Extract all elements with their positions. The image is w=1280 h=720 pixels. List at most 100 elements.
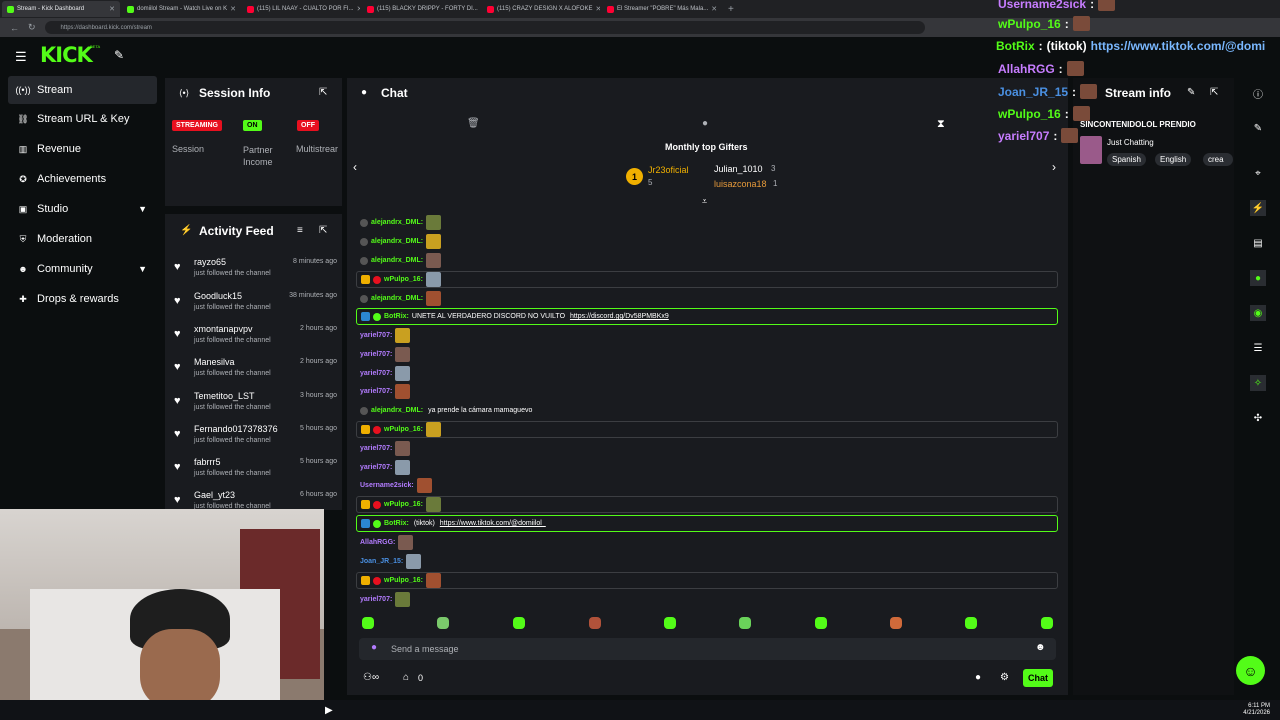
chat-username[interactable]: Username2sick: <box>360 482 414 489</box>
popout-icon[interactable]: ⇱ <box>319 225 327 236</box>
sidebar-item-community[interactable]: ☻ Community ▼ <box>8 255 157 283</box>
browser-tab[interactable]: El Streamer "POBRE" Más Mala... ✕ <box>602 1 720 17</box>
emote-icon[interactable] <box>739 617 751 629</box>
chat-username[interactable]: alejandrx_DML: <box>371 219 423 226</box>
sidebar-item-stream[interactable]: ((•)) Stream <box>8 76 157 104</box>
chat-username[interactable]: alejandrx_DML: <box>371 295 423 302</box>
overlay-text: (tiktok) <box>1046 39 1087 53</box>
edit-icon[interactable]: ✎ <box>1187 87 1195 98</box>
gifter-name: luisazcona18 <box>714 179 767 189</box>
popout-icon[interactable]: ⇱ <box>319 87 327 98</box>
sidebar-item-revenue[interactable]: ▥ Revenue <box>8 135 157 163</box>
slow-mode-icon[interactable]: ⧗ <box>937 118 945 131</box>
hamburger-menu-icon[interactable]: ☰ <box>15 49 27 65</box>
media-icon[interactable]: ▶ <box>325 705 333 716</box>
badge-icon <box>373 275 381 284</box>
chat-username[interactable]: wPulpo_16: <box>384 276 423 283</box>
close-tab-icon[interactable]: ✕ <box>357 5 360 13</box>
close-tab-icon[interactable]: ✕ <box>711 5 717 13</box>
chat-username[interactable]: yariel707: <box>360 370 392 377</box>
broadcast-icon[interactable]: ◉ <box>1250 305 1266 321</box>
collapse-icon[interactable]: ⩡ <box>702 196 707 207</box>
chat-options-icon[interactable]: ● <box>975 672 981 683</box>
chat-message: wPulpo_16: <box>356 421 1058 438</box>
url-input[interactable]: https://dashboard.kick.com/stream <box>44 21 925 34</box>
chat-username[interactable]: yariel707: <box>360 445 392 452</box>
list-item: ♥ Goodluck15 just followed the channel 38 m… <box>174 291 337 311</box>
chat-username[interactable]: Joan_JR_15: <box>360 558 403 565</box>
sidebar-item-moderation[interactable]: ⛨ Moderation <box>8 225 157 253</box>
reload-icon[interactable]: ↻ <box>28 22 36 33</box>
chat-message: yariel707: <box>356 459 1058 476</box>
chat-username[interactable]: wPulpo_16: <box>384 577 423 584</box>
chat-username[interactable]: yariel707: <box>360 332 392 339</box>
emote-icon[interactable] <box>1041 617 1053 629</box>
browser-tab[interactable]: domiilol Stream - Watch Live on K ✕ <box>122 1 240 17</box>
sidebar-item-studio[interactable]: ▣ Studio ▼ <box>8 195 157 223</box>
sidebar-item-stream-url-key[interactable]: ⛓ Stream URL & Key <box>8 105 157 133</box>
users-icon[interactable]: ⚇∞ <box>363 672 379 683</box>
pen-icon[interactable]: ✎ <box>1250 120 1266 136</box>
emote-icon[interactable] <box>513 617 525 629</box>
chat-icon[interactable]: ● <box>1250 270 1266 286</box>
chat-username[interactable]: yariel707: <box>360 464 392 471</box>
close-tab-icon[interactable]: ✕ <box>109 5 115 13</box>
emoji-icon[interactable]: ☻ <box>1035 642 1046 653</box>
chat-username[interactable]: wPulpo_16: <box>384 501 423 508</box>
lightning-icon[interactable]: ⚡ <box>1250 200 1266 216</box>
chat-username[interactable]: alejandrx_DML: <box>371 238 423 245</box>
sidebar-item-achievements[interactable]: ✪ Achievements <box>8 165 157 193</box>
kick-logo[interactable]: KICK <box>40 43 93 67</box>
filter-icon[interactable]: ≡ <box>297 225 303 236</box>
popout-icon[interactable]: ⇱ <box>1210 87 1218 98</box>
chat-username[interactable]: yariel707: <box>360 388 392 395</box>
trash-icon[interactable]: 🗑 <box>467 118 480 129</box>
chat-username[interactable]: yariel707: <box>360 351 392 358</box>
new-tab-icon[interactable]: + <box>728 4 734 15</box>
wrench-icon[interactable]: ✧ <box>1250 375 1266 391</box>
emote-icon[interactable] <box>589 617 601 629</box>
support-icon[interactable]: ☺ <box>1236 656 1265 685</box>
emote-icon[interactable] <box>664 617 676 629</box>
emote-icon[interactable] <box>965 617 977 629</box>
chat-username[interactable]: wPulpo_16: <box>384 426 423 433</box>
emote-icon <box>395 441 411 456</box>
back-icon[interactable]: ← <box>10 23 19 33</box>
browser-tab[interactable]: (115) BLACKY DRIPPY - FORTY DI...✕ <box>362 1 480 17</box>
chat-username[interactable]: alejandrx_DML: <box>371 407 423 414</box>
chat-username[interactable]: alejandrx_DML: <box>371 257 423 264</box>
chat-username[interactable]: yariel707: <box>360 596 392 603</box>
document-icon[interactable]: ▤ <box>1250 235 1266 251</box>
layers-icon[interactable]: ☰ <box>1250 340 1266 356</box>
emote-icon[interactable] <box>890 617 902 629</box>
chevron-right-icon[interactable]: › <box>1052 160 1056 174</box>
chat-username[interactable]: BotRix: <box>384 313 409 320</box>
chat-mode-icon[interactable]: ● <box>702 118 708 129</box>
beta-badge: BETA <box>90 44 101 49</box>
close-tab-icon[interactable]: ✕ <box>230 5 236 13</box>
message-input-box[interactable] <box>359 638 1056 660</box>
emote-icon[interactable] <box>437 617 449 629</box>
crosshair-icon[interactable]: ⌖ <box>1250 165 1266 181</box>
chat-username[interactable]: AllahRGG: <box>360 539 395 546</box>
heart-icon: ♥ <box>174 328 181 340</box>
emote-icon[interactable] <box>815 617 827 629</box>
close-tab-icon[interactable]: ✕ <box>595 5 600 13</box>
chat-username[interactable]: BotRix: <box>384 520 409 527</box>
pin-icon[interactable]: ✎ <box>114 48 124 62</box>
browser-tab[interactable]: (115) CRAZY DESIGN X ALOFOKE ✕ <box>482 1 600 17</box>
overlay-username: yariel707 <box>998 128 1050 143</box>
send-chat-button[interactable]: Chat <box>1023 669 1053 687</box>
chat-link[interactable]: https://www.tiktok.com/@domiilol_ <box>440 520 546 527</box>
emote-icon[interactable] <box>362 617 374 629</box>
message-input[interactable]: Send a message <box>391 644 459 654</box>
gear-icon[interactable]: ⚙ <box>1000 672 1009 683</box>
info-icon[interactable]: ⓘ <box>1250 85 1266 101</box>
chat-link[interactable]: https://discord.gg/Dv58PMBKx9 <box>570 313 669 320</box>
chevron-left-icon[interactable]: ‹ <box>353 160 357 174</box>
browser-tab[interactable]: (115) LIL NAAY - CUALTO POR FI... ✕ <box>242 1 360 17</box>
mic-icon[interactable]: ● <box>371 642 377 653</box>
share-icon[interactable]: ✣ <box>1250 410 1266 426</box>
sidebar-item-drops-rewards[interactable]: ✚ Drops & rewards <box>8 285 157 313</box>
browser-tab[interactable]: Stream - Kick Dashboard ✕ <box>2 1 120 17</box>
